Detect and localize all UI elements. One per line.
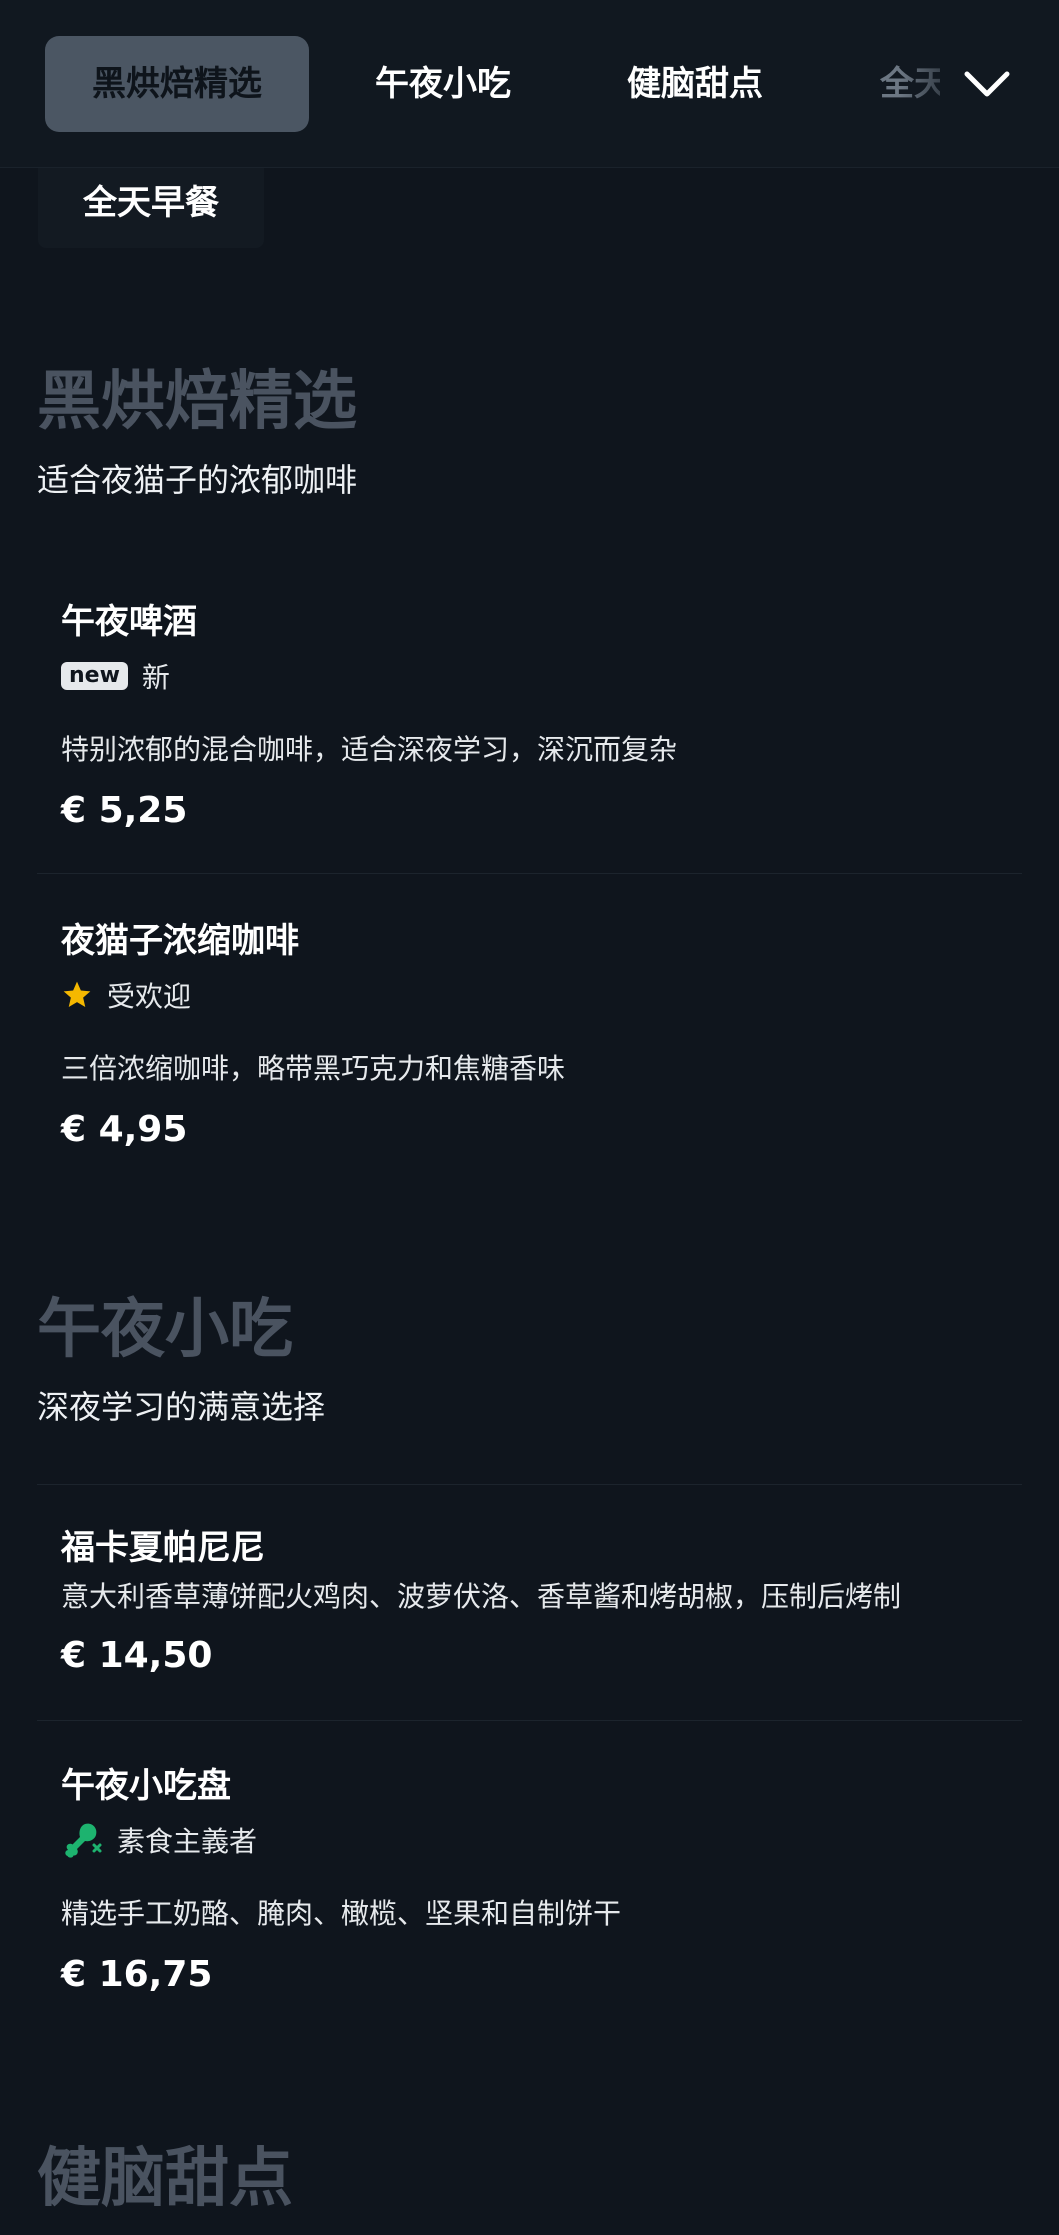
star-icon: [63, 981, 91, 1007]
tab-dark-roast[interactable]: 黑烘焙精选: [45, 36, 309, 132]
section-title-midnight-snacks: 午夜小吃: [37, 1293, 293, 1367]
menu-item-description: 三倍浓缩咖啡，略带黑巧克力和焦糖香味: [61, 1052, 566, 1085]
category-tab-bar: 黑烘焙精选 午夜小吃 健脑甜点 全天: [0, 0, 1059, 168]
tab-midnight-snacks[interactable]: 午夜小吃: [375, 36, 511, 132]
vegetarian-drumstick-icon: [65, 1823, 102, 1858]
item-divider: [37, 873, 1022, 874]
menu-item-tag-label: 受欢迎: [107, 980, 192, 1013]
menu-item-price: € 5,25: [61, 790, 188, 831]
section-subtitle-midnight-snacks: 深夜学习的满意选择: [37, 1388, 326, 1426]
menu-item-name: 午夜小吃盘: [61, 1766, 231, 1806]
menu-item-description: 精选手工奶酪、腌肉、橄榄、坚果和自制饼干: [61, 1897, 622, 1930]
overflow-tab-all-day-breakfast[interactable]: 全天早餐: [38, 168, 264, 248]
menu-item-price: € 4,95: [61, 1109, 188, 1150]
menu-item-name: 夜猫子浓缩咖啡: [61, 921, 299, 961]
menu-item-tag-label: 素食主義者: [117, 1825, 258, 1858]
menu-item-tag: 素食主義者: [61, 1820, 257, 1860]
menu-item-focaccia-panini[interactable]: 福卡夏帕尼尼 意大利香草薄饼配火鸡肉、波萝伏洛、香草酱和烤胡椒，压制后烤制 € …: [37, 1485, 1022, 1720]
menu-item-tag-label: 新: [141, 661, 170, 694]
menu-item-tag: new 新: [61, 656, 170, 696]
menu-item-tag: 受欢迎: [61, 975, 191, 1015]
tab-brain-desserts[interactable]: 健脑甜点: [627, 36, 763, 132]
menu-item-description: 意大利香草薄饼配火鸡肉、波萝伏洛、香草酱和烤胡椒，压制后烤制: [61, 1580, 902, 1613]
chevron-down-icon: [964, 71, 1010, 97]
menu-item-price: € 16,75: [61, 1954, 213, 1995]
menu-item-midnight-snack-platter[interactable]: 午夜小吃盘 素食主義者 精选手工奶酪、腌肉、橄榄、坚果和自制饼干 € 16,75: [37, 1721, 1022, 2036]
menu-item-description: 特别浓郁的混合咖啡，适合深夜学习，深沉而复杂: [61, 733, 678, 766]
new-badge: new: [61, 662, 128, 690]
section-title-brain-desserts: 健脑甜点: [37, 2142, 293, 2216]
tabs-dropdown-button[interactable]: [955, 52, 1019, 116]
menu-item-price: € 14,50: [61, 1635, 213, 1676]
menu-item-name: 午夜啤酒: [61, 602, 197, 642]
section-title-dark-roast: 黑烘焙精选: [37, 365, 357, 439]
menu-item-night-owl-espresso[interactable]: 夜猫子浓缩咖啡 受欢迎 三倍浓缩咖啡，略带黑巧克力和焦糖香味 € 4,95: [37, 880, 1022, 1195]
menu-item-midnight-beer[interactable]: 午夜啤酒 new 新 特别浓郁的混合咖啡，适合深夜学习，深沉而复杂 € 5,25: [37, 560, 1022, 875]
menu-item-name: 福卡夏帕尼尼: [61, 1528, 265, 1568]
section-subtitle-dark-roast: 适合夜猫子的浓郁咖啡: [37, 461, 358, 499]
